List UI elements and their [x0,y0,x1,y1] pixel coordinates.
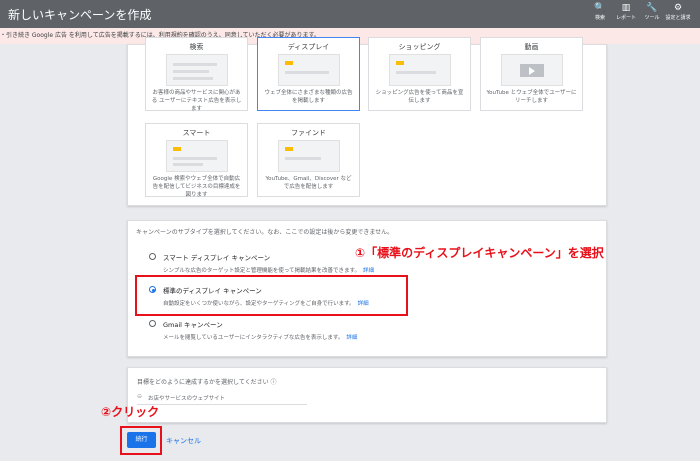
campaign-type-desc: YouTube、Gmail、Discover などで広告を配信します [265,176,352,190]
campaign-type-desc: YouTube とウェブ全体でユーザーにリーチします [486,90,577,104]
smart-display-title[interactable]: スマート ディスプレイ キャンペーン [163,252,270,262]
campaign-type-title: 動画 [524,43,539,51]
campaign-type-title: スマート [182,129,211,137]
video-ad-illustration [500,54,563,86]
link-icon: ⊖ [137,393,143,400]
highlight-standard-display [135,275,408,316]
smart-display-details-link[interactable]: 詳細 [363,268,374,274]
gmail-campaign-details-link[interactable]: 詳細 [346,335,357,341]
continue-button[interactable]: 続行 [127,432,156,448]
smart-display-desc: シンプルな広告のターゲット設定と管理機能を使って掲載結果を改善できます。 詳細 [163,266,374,274]
campaign-type-desc: ショッピング広告を使って商品を宣伝します [375,90,464,104]
campaign-type-desc: ウェブ全体にさまざまな種類の広告を掲載します [264,90,353,104]
smart-ad-illustration [165,140,228,172]
campaign-type-title: ディスプレイ [287,43,330,51]
smart-display-radio[interactable] [149,253,156,260]
campaign-type-desc: Google 検索やウェブ全体で自動広告を配信してビジネスの目標達成を図ります [152,176,241,198]
campaign-type-panel: 検索 お客様の商品やサービスに関心がある ユーザーにテキスト広告を表示します デ… [127,37,607,206]
page-title: 新しいキャンペーンを作成 [8,8,152,22]
campaign-type-title: ショッピング [398,43,441,51]
annotation-step2: ②クリック [101,405,160,419]
campaign-type-display[interactable]: ディスプレイ ウェブ全体にさまざまな種類の広告を掲載します [257,37,360,111]
annotation-step1: ①「標準のディスプレイキャンペーン」を選択 [355,246,604,260]
goal-question: 目標をどのように達成するかを選択してください ⓘ [137,379,277,386]
campaign-type-title: 検索 [189,43,204,51]
gmail-campaign-radio[interactable] [149,320,156,327]
settings-billing-button[interactable]: ⚙ 設定と請求 [663,2,693,26]
gmail-campaign-desc: メールを閲覧しているユーザーにインタラクティブな広告を表示します。 詳細 [163,333,357,341]
top-app-bar: 新しいキャンペーンを作成 🔍 検索 ▥ レポート 🔧 ツール ⚙ 設定と請求 [0,0,700,28]
play-icon [519,64,544,77]
campaign-type-video[interactable]: 動画 YouTube とウェブ全体でユーザーにリーチします [480,37,583,111]
campaign-type-title: ファインド [291,129,326,137]
goal-option-label: お店やサービスのウェブサイト [148,396,226,402]
campaign-type-smart[interactable]: スマート Google 検索やウェブ全体で自動広告を配信してビジネスの目標達成を… [145,123,248,198]
smart-display-desc-text: シンプルな広告のターゲット設定と管理機能を使って掲載結果を改善できます。 [163,268,361,274]
campaign-type-desc: お客様の商品やサービスに関心がある ユーザーにテキスト広告を表示します [151,90,242,112]
gear-icon: ⚙ [673,3,683,13]
goal-option-website[interactable]: ⊖ お店やサービスのウェブサイト [137,392,307,405]
display-ad-illustration [277,54,340,86]
cancel-button[interactable]: キャンセル [166,436,201,446]
shopping-ad-illustration [388,54,451,86]
goal-panel: 目標をどのように達成するかを選択してください ⓘ ⊖ お店やサービスのウェブサイ… [127,367,607,423]
subtype-instructions: キャンペーンのサブタイプを選択してください。なお、ここでの設定は後から変更できま… [136,229,394,236]
search-ad-illustration [165,54,228,86]
gmail-campaign-title[interactable]: Gmail キャンペーン [163,319,223,329]
settings-billing-label: 設定と請求 [665,15,691,21]
gmail-campaign-desc-text: メールを閲覧しているユーザーにインタラクティブな広告を表示します。 [163,335,344,341]
discovery-ad-illustration [277,140,340,172]
campaign-type-shopping[interactable]: ショッピング ショッピング広告を使って商品を宣伝します [368,37,471,111]
campaign-type-discovery[interactable]: ファインド YouTube、Gmail、Discover などで広告を配信します [257,123,360,197]
campaign-type-search[interactable]: 検索 お客様の商品やサービスに関心がある ユーザーにテキスト広告を表示します [145,37,248,112]
